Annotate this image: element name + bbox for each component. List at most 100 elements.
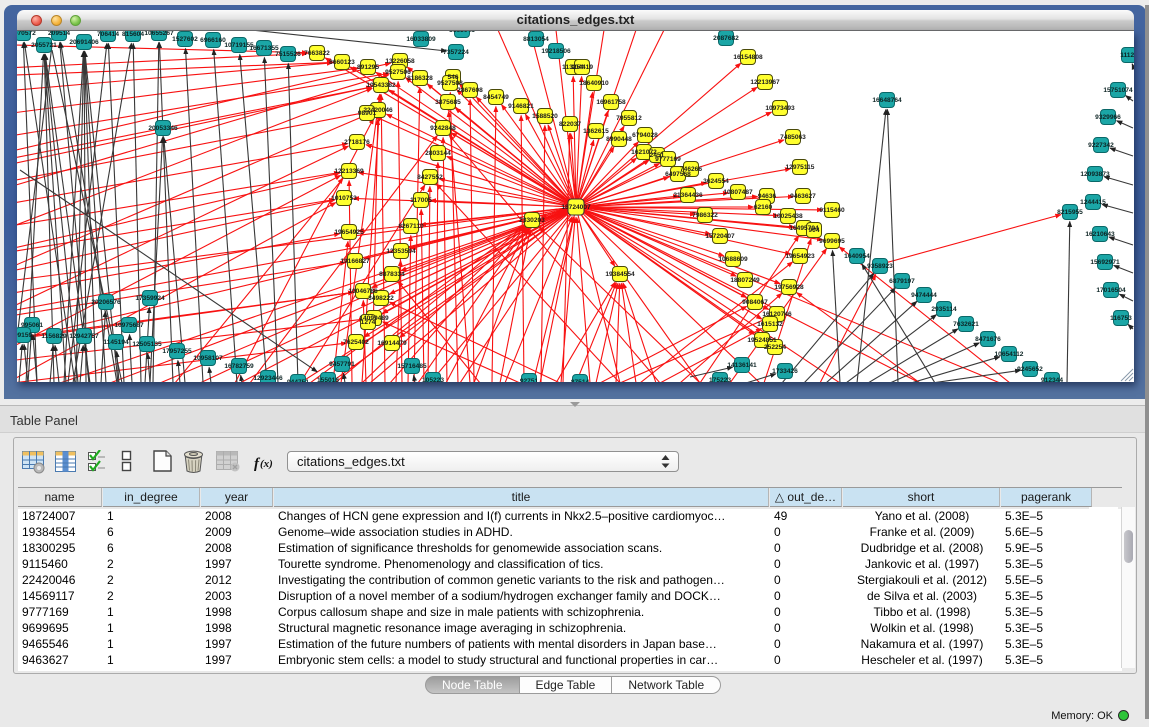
svg-text:15751074: 15751074 bbox=[1103, 87, 1133, 94]
svg-text:16914479: 16914479 bbox=[377, 340, 407, 347]
svg-text:18724007: 18724007 bbox=[561, 204, 591, 211]
svg-text:746266: 746266 bbox=[680, 166, 702, 173]
svg-text:12923446: 12923446 bbox=[253, 375, 283, 382]
svg-text:9084067: 9084067 bbox=[742, 299, 768, 306]
svg-text:21364436: 21364436 bbox=[673, 192, 703, 199]
svg-text:19524851: 19524851 bbox=[747, 337, 777, 344]
svg-text:98901: 98901 bbox=[358, 110, 377, 117]
svg-text:16648764: 16648764 bbox=[872, 97, 902, 104]
svg-text:20053346: 20053346 bbox=[148, 125, 178, 132]
svg-text:8878334: 8878334 bbox=[379, 271, 405, 278]
svg-text:10025438: 10025438 bbox=[773, 213, 803, 220]
svg-text:1588520: 1588520 bbox=[532, 113, 558, 120]
svg-text:1010753: 1010753 bbox=[331, 195, 357, 202]
svg-text:1274: 1274 bbox=[361, 319, 376, 326]
svg-text:20206576: 20206576 bbox=[91, 299, 121, 306]
svg-text:7986322: 7986322 bbox=[692, 212, 718, 219]
svg-text:6794028: 6794028 bbox=[632, 132, 658, 139]
svg-text:1615132: 1615132 bbox=[757, 321, 783, 328]
svg-text:8454749: 8454749 bbox=[483, 94, 509, 101]
svg-text:105223: 105223 bbox=[422, 377, 444, 382]
svg-text:8163041: 8163041 bbox=[449, 31, 475, 34]
svg-text:10654112: 10654112 bbox=[995, 351, 1024, 358]
svg-text:9457791: 9457791 bbox=[329, 361, 355, 368]
svg-text:19654923: 19654923 bbox=[785, 253, 815, 260]
svg-text:904: 904 bbox=[808, 227, 819, 234]
svg-text:16782759: 16782759 bbox=[224, 363, 254, 370]
svg-text:99159: 99159 bbox=[17, 332, 32, 339]
svg-text:10975687: 10975687 bbox=[114, 322, 144, 329]
svg-text:6879197: 6879197 bbox=[889, 278, 915, 285]
svg-text:8471676: 8471676 bbox=[975, 336, 1001, 343]
svg-text:155016: 155016 bbox=[317, 377, 339, 382]
svg-text:995061: 995061 bbox=[21, 322, 43, 329]
svg-text:9115460: 9115460 bbox=[819, 207, 845, 214]
svg-text:8990448: 8990448 bbox=[606, 136, 632, 143]
svg-text:7632621: 7632621 bbox=[953, 321, 979, 328]
svg-text:20691406: 20691406 bbox=[69, 39, 99, 46]
svg-text:19218506: 19218506 bbox=[541, 48, 571, 55]
svg-text:18640910: 18640910 bbox=[579, 80, 609, 87]
svg-text:252254: 252254 bbox=[764, 344, 786, 351]
svg-text:8267110: 8267110 bbox=[398, 223, 424, 230]
svg-text:8427552: 8427552 bbox=[417, 174, 443, 181]
svg-text:15720407: 15720407 bbox=[705, 233, 735, 240]
svg-text:12213369: 12213369 bbox=[334, 168, 364, 175]
svg-text:2867608: 2867608 bbox=[457, 87, 483, 94]
svg-text:9474444: 9474444 bbox=[911, 292, 937, 299]
svg-text:7357224: 7357224 bbox=[443, 49, 469, 56]
svg-text:13226058: 13226058 bbox=[385, 58, 415, 65]
svg-text:10543382: 10543382 bbox=[366, 82, 396, 89]
svg-text:3875685: 3875685 bbox=[435, 99, 461, 106]
svg-text:7625402: 7625402 bbox=[343, 339, 369, 346]
svg-text:8186328: 8186328 bbox=[407, 75, 433, 82]
svg-text:16210643: 16210643 bbox=[1085, 231, 1115, 238]
svg-text:9242848: 9242848 bbox=[430, 125, 456, 132]
svg-text:2055721: 2055721 bbox=[31, 42, 57, 49]
svg-text:10958107: 10958107 bbox=[193, 355, 223, 362]
svg-text:17957255: 17957255 bbox=[162, 348, 192, 355]
svg-text:12353594: 12353594 bbox=[386, 248, 416, 255]
svg-text:16033809: 16033809 bbox=[406, 36, 436, 43]
svg-text:12213967: 12213967 bbox=[750, 79, 780, 86]
svg-text:94636: 94636 bbox=[758, 193, 777, 200]
svg-text:2803144: 2803144 bbox=[425, 150, 451, 157]
svg-text:17016504: 17016504 bbox=[1096, 287, 1126, 294]
svg-text:1733426: 1733426 bbox=[772, 368, 798, 375]
svg-text:9699695: 9699695 bbox=[819, 238, 845, 245]
svg-text:6966160: 6966160 bbox=[200, 37, 226, 44]
svg-text:209514: 209514 bbox=[48, 31, 70, 37]
svg-text:2935114: 2935114 bbox=[931, 306, 957, 313]
svg-text:12093873: 12093873 bbox=[1080, 171, 1110, 178]
svg-text:944751: 944751 bbox=[287, 379, 309, 382]
svg-text:815604: 815604 bbox=[122, 31, 144, 38]
svg-text:8215955: 8215955 bbox=[1057, 209, 1083, 216]
svg-text:11125: 11125 bbox=[1120, 52, 1134, 59]
svg-text:9358923: 9358923 bbox=[867, 263, 893, 270]
svg-text:175223: 175223 bbox=[709, 377, 731, 382]
svg-text:16120746: 16120746 bbox=[762, 311, 792, 318]
svg-text:1244415: 1244415 bbox=[1080, 199, 1106, 206]
svg-text:8660123: 8660123 bbox=[329, 59, 355, 66]
svg-text:10807487: 10807487 bbox=[723, 189, 753, 196]
svg-text:(x): (x) bbox=[260, 458, 273, 470]
svg-text:891295: 891295 bbox=[357, 64, 379, 71]
svg-text:2330203: 2330203 bbox=[519, 217, 545, 224]
svg-text:19166827: 19166827 bbox=[340, 258, 370, 265]
svg-text:18807249: 18807249 bbox=[730, 277, 760, 284]
svg-text:912344: 912344 bbox=[1041, 377, 1063, 382]
svg-text:9329966: 9329966 bbox=[1095, 114, 1121, 121]
svg-text:9146821: 9146821 bbox=[508, 103, 534, 110]
svg-text:1145194: 1145194 bbox=[103, 339, 129, 346]
svg-text:15692971: 15692971 bbox=[1090, 259, 1120, 266]
svg-text:7955812: 7955812 bbox=[616, 115, 642, 122]
svg-text:8813054: 8813054 bbox=[523, 36, 549, 43]
svg-text:62160: 62160 bbox=[754, 204, 773, 211]
svg-text:1640954: 1640954 bbox=[844, 253, 870, 260]
svg-text:14136141: 14136141 bbox=[727, 362, 757, 369]
svg-text:104419: 104419 bbox=[571, 64, 593, 71]
svg-text:19384554: 19384554 bbox=[605, 271, 635, 278]
svg-text:15716485: 15716485 bbox=[397, 363, 427, 370]
svg-text:7515526: 7515526 bbox=[275, 51, 301, 58]
svg-text:822037: 822037 bbox=[559, 121, 581, 128]
